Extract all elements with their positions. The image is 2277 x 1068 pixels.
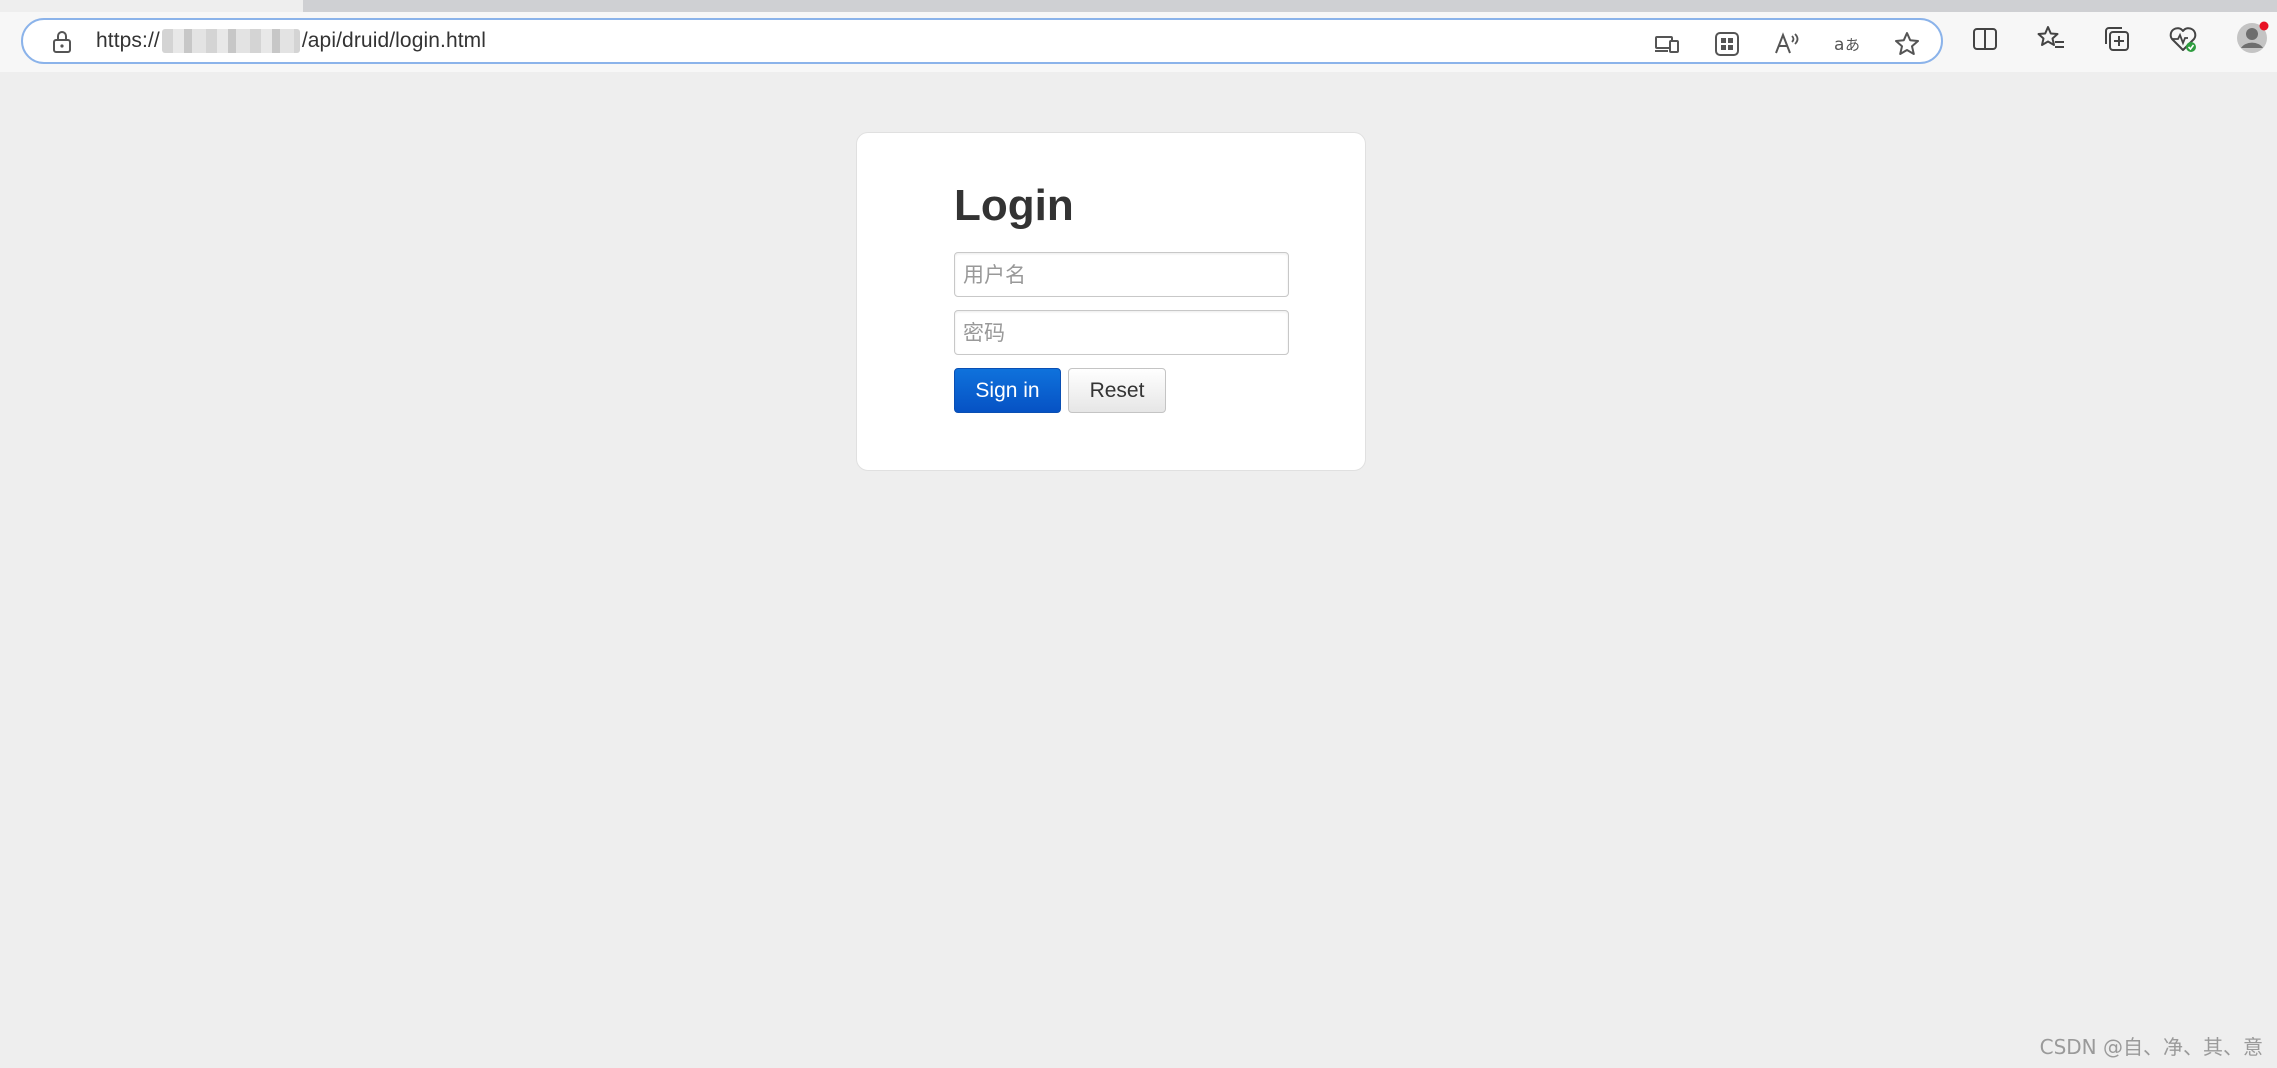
device-icon[interactable] (1653, 30, 1681, 58)
address-bar[interactable]: https:// /api/druid/login.html a あ (21, 18, 1943, 64)
split-screen-icon[interactable] (1970, 24, 2000, 54)
url-path: /api/druid/login.html (301, 29, 487, 52)
star-icon[interactable] (1893, 30, 1921, 58)
favorites-list-icon[interactable] (2036, 24, 2066, 54)
url-text[interactable]: https:// /api/druid/login.html (96, 29, 486, 53)
health-badge (2186, 42, 2196, 52)
browser-toolbar: https:// /api/druid/login.html a あ (0, 0, 2277, 72)
profile-notification-badge (2259, 21, 2269, 31)
svg-text:あ: あ (1845, 36, 1860, 54)
watermark: CSDN @自、净、其、意 (2039, 1035, 2263, 1059)
url-redacted-host (161, 29, 300, 53)
apps-icon[interactable] (1713, 30, 1741, 58)
svg-text:a: a (1834, 35, 1844, 55)
translate-icon[interactable]: a あ (1833, 30, 1861, 58)
login-card: Login Sign in Reset (856, 132, 1366, 471)
profile-avatar-icon[interactable] (2236, 20, 2270, 54)
reset-button[interactable]: Reset (1068, 368, 1166, 413)
login-title: Login (954, 181, 1074, 230)
password-input[interactable] (954, 310, 1289, 355)
lock-icon[interactable] (51, 30, 73, 54)
collections-icon[interactable] (2102, 24, 2132, 54)
browser-essentials-icon[interactable] (2168, 24, 2198, 54)
read-aloud-icon[interactable] (1773, 30, 1801, 58)
url-prefix: https:// (96, 29, 160, 52)
username-input[interactable] (954, 252, 1289, 297)
sign-in-button[interactable]: Sign in (954, 368, 1061, 413)
